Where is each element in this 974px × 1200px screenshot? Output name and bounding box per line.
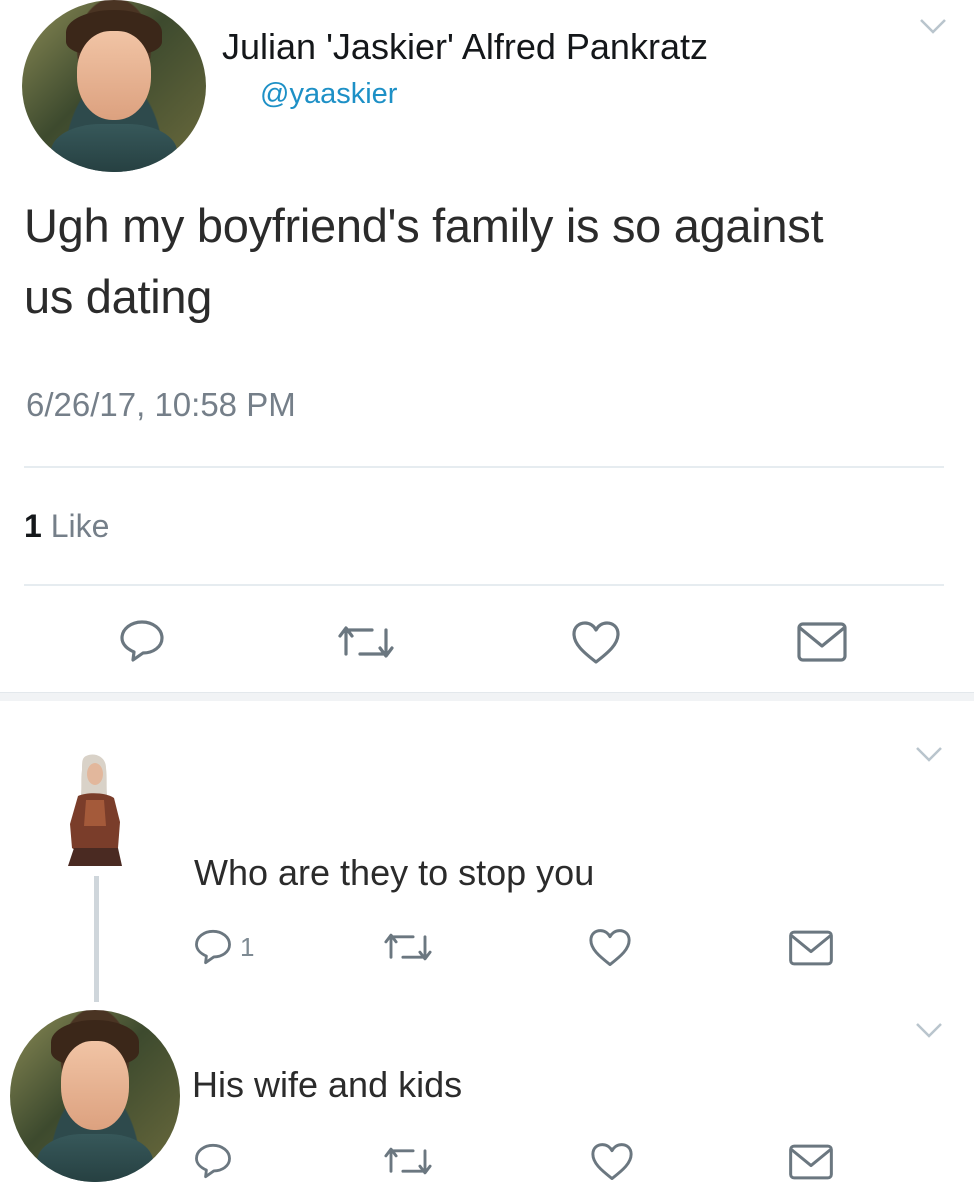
like-icon[interactable] [571,620,621,666]
tweet-timestamp: 6/26/17, 10:58 PM [26,386,296,423]
likes-label: Like [50,508,110,544]
retweet-icon[interactable] [338,622,394,662]
reply-icon[interactable] [193,928,233,966]
like-icon[interactable] [590,1142,634,1182]
reply-avatar[interactable] [64,752,126,870]
retweet-icon[interactable] [384,930,432,964]
chevron-down-icon[interactable] [914,1018,944,1048]
divider [24,584,944,586]
chevron-down-icon[interactable] [914,742,944,772]
author-name[interactable]: Julian 'Jaskier' Alfred Pankratz [222,26,708,68]
reply-icon[interactable] [118,618,166,664]
reply-count: 1 [240,932,255,962]
author-handle[interactable]: @yaaskier [260,78,397,111]
author-avatar[interactable] [22,0,206,172]
reply-text: Who are they to stop you [194,852,595,893]
section-separator [0,692,974,701]
message-icon[interactable] [788,1142,834,1182]
chevron-down-icon[interactable] [918,14,948,44]
likes-stat[interactable]: 1 Like [24,508,109,545]
reply-icon[interactable] [193,1142,233,1180]
reply-avatar[interactable] [10,1010,180,1182]
message-icon[interactable] [796,620,848,664]
tweet-text: Ugh my boyfriend's family is so against … [24,199,824,323]
reply-text: His wife and kids [192,1064,463,1105]
thread-line [94,876,99,1002]
like-icon[interactable] [588,928,632,968]
message-icon[interactable] [788,928,834,968]
divider [24,466,944,468]
retweet-icon[interactable] [384,1144,432,1178]
likes-count: 1 [24,508,42,544]
